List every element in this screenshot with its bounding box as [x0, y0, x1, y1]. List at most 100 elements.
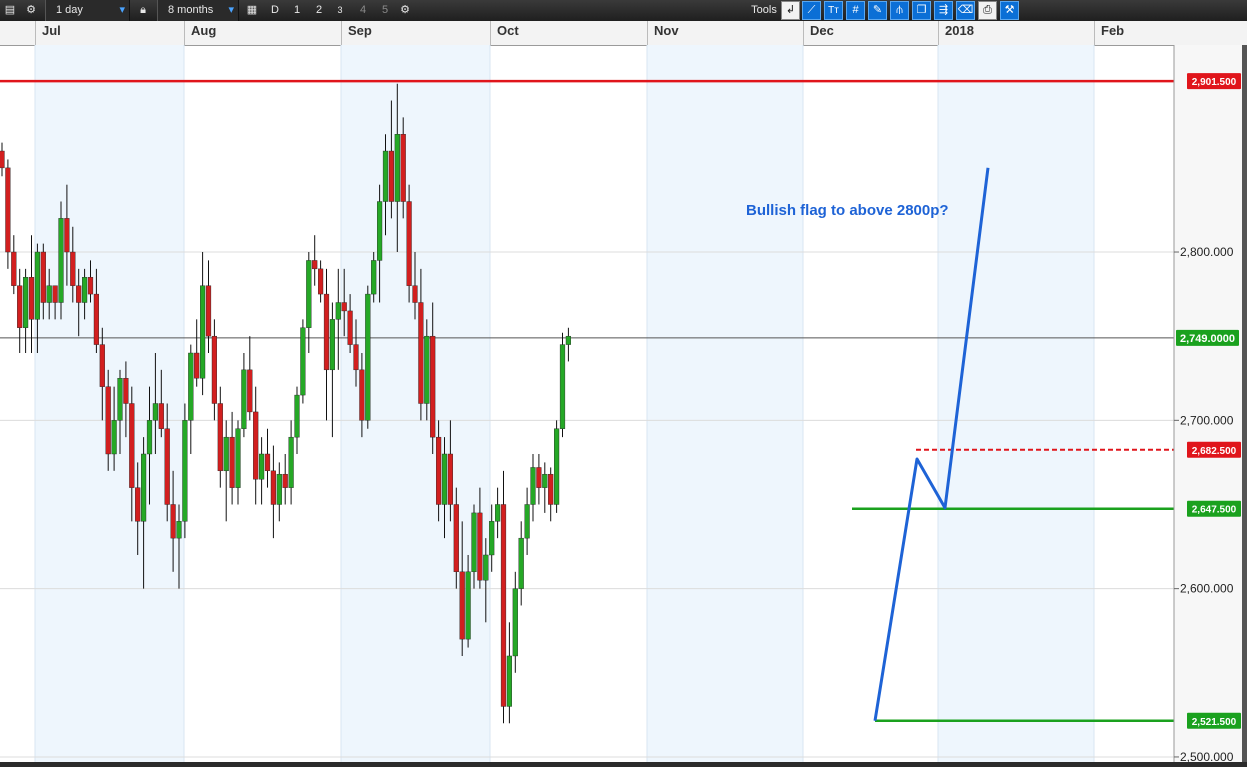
candle-body — [323, 293, 330, 371]
candle-body — [483, 554, 489, 581]
fork-icon[interactable]: ⫛ — [890, 1, 909, 20]
period-d-button[interactable]: D — [267, 0, 283, 21]
candle-body — [182, 420, 188, 522]
month-band — [938, 45, 1094, 762]
candle-body — [64, 218, 70, 253]
candle-body — [441, 453, 448, 505]
candle-body — [158, 403, 164, 429]
month-label: Sep — [341, 21, 491, 45]
candle-body — [176, 521, 182, 539]
tools-label: Tools — [751, 4, 777, 16]
candle-body — [93, 293, 100, 345]
candle-body — [459, 571, 465, 640]
candle-body — [81, 277, 88, 303]
period-2-button[interactable]: 2 — [311, 0, 327, 21]
month-band — [647, 45, 803, 762]
candle-body — [235, 428, 241, 488]
range-value: 8 months — [168, 4, 214, 16]
back-arrow-icon[interactable]: ↲ — [781, 1, 800, 20]
candle-body — [70, 251, 76, 286]
period-3-button[interactable]: 3 — [332, 0, 348, 21]
candle-body — [524, 504, 530, 539]
candle-body — [500, 504, 507, 707]
range-select[interactable]: 8 months ▾ — [157, 0, 239, 21]
candle-body — [282, 473, 288, 488]
candle-body — [264, 453, 271, 472]
grid-icon[interactable]: # — [846, 1, 865, 20]
candle-body — [34, 251, 41, 320]
candle-body — [58, 218, 64, 303]
settings-icon[interactable]: ⚙ — [397, 0, 413, 21]
text-tool-icon[interactable]: Tт — [824, 1, 843, 20]
candle-body — [135, 487, 141, 522]
chart-toolbar: ▤ ⚙ 1 day ▾ 🔒︎ 8 months ▾ ▦ D 1 2 3 4 5 … — [0, 0, 1247, 22]
month-label: Feb — [1094, 21, 1174, 45]
duplicate-icon[interactable]: ❐ — [912, 1, 931, 20]
interval-select[interactable]: 1 day ▾ — [45, 0, 130, 21]
period-4-button[interactable]: 4 — [355, 0, 371, 21]
month-label: Oct — [490, 21, 648, 45]
candle-body — [400, 134, 406, 202]
tick-label: 2,500.000 — [1180, 750, 1234, 762]
candle-body — [28, 277, 35, 320]
candle-body — [129, 403, 135, 488]
candle-body — [5, 167, 11, 253]
candle-body — [388, 150, 395, 202]
print-icon[interactable]: ⎙ — [978, 1, 997, 20]
chevron-down-icon: ▾ — [228, 4, 234, 16]
bottom-bar — [0, 762, 1247, 767]
month-label: 2018 — [938, 21, 1095, 45]
candle-body — [11, 251, 17, 286]
candle-body — [418, 302, 424, 404]
candle-body — [394, 134, 400, 202]
price-axis: 2,800.000 2,700.000 2,600.000 2,500.000 2,90… — [1173, 45, 1247, 762]
candle-body — [40, 251, 46, 303]
candle-body — [477, 512, 483, 581]
candle-body — [76, 285, 82, 303]
month-label: Aug — [184, 21, 342, 45]
candle-body — [318, 268, 324, 295]
candle-body — [536, 467, 542, 488]
candle-body — [117, 378, 123, 421]
price-tag-label: 2,749.0000 — [1180, 333, 1235, 345]
interval-value: 1 day — [56, 4, 83, 16]
candle-body — [211, 335, 218, 404]
fibonacci-icon[interactable]: ⇶ — [934, 1, 953, 20]
candle-body — [229, 436, 235, 488]
period-5-button[interactable]: 5 — [377, 0, 393, 21]
settings-tool-icon[interactable]: ⚒ — [1000, 1, 1019, 20]
tick-label: 2,600.000 — [1180, 582, 1234, 596]
candle-body — [436, 436, 442, 505]
candle-body — [447, 453, 454, 505]
candle-body — [152, 403, 159, 421]
month-label: Jul — [35, 21, 185, 45]
menu-icon[interactable]: ▤ — [2, 0, 18, 21]
candle-body — [199, 285, 206, 379]
line-tool-icon[interactable]: ⟋ — [802, 1, 821, 20]
candle-body — [194, 352, 200, 379]
chart-annotation: Bullish flag to above 2800p? — [746, 202, 949, 219]
candle-body — [542, 473, 548, 488]
gear-icon[interactable]: ⚙ — [22, 0, 40, 21]
candle-body — [205, 285, 212, 337]
candle-body — [341, 302, 347, 312]
lock-icon[interactable]: 🔒︎ — [136, 0, 150, 21]
candle-body — [453, 504, 459, 573]
candle-body — [294, 394, 300, 438]
eraser-icon[interactable]: ⌫ — [956, 1, 975, 20]
candle-body — [164, 428, 170, 505]
candle-body — [17, 285, 23, 328]
pen-icon[interactable]: ✎ — [868, 1, 887, 20]
candle-body — [347, 310, 353, 345]
candle-body — [565, 335, 572, 345]
calendar-icon[interactable]: ▦ — [244, 0, 260, 21]
candle-body — [23, 277, 29, 328]
price-tag-label: 2,521.500 — [1192, 717, 1237, 728]
period-1-button[interactable]: 1 — [289, 0, 305, 21]
price-chart[interactable]: Bullish flag to above 2800p? 2,800.0002,… — [0, 45, 1247, 762]
scrollbar[interactable] — [1242, 45, 1247, 762]
candle-body — [559, 344, 566, 429]
candle-body — [382, 150, 389, 202]
candle-body — [353, 344, 359, 371]
candle-body — [359, 369, 365, 421]
